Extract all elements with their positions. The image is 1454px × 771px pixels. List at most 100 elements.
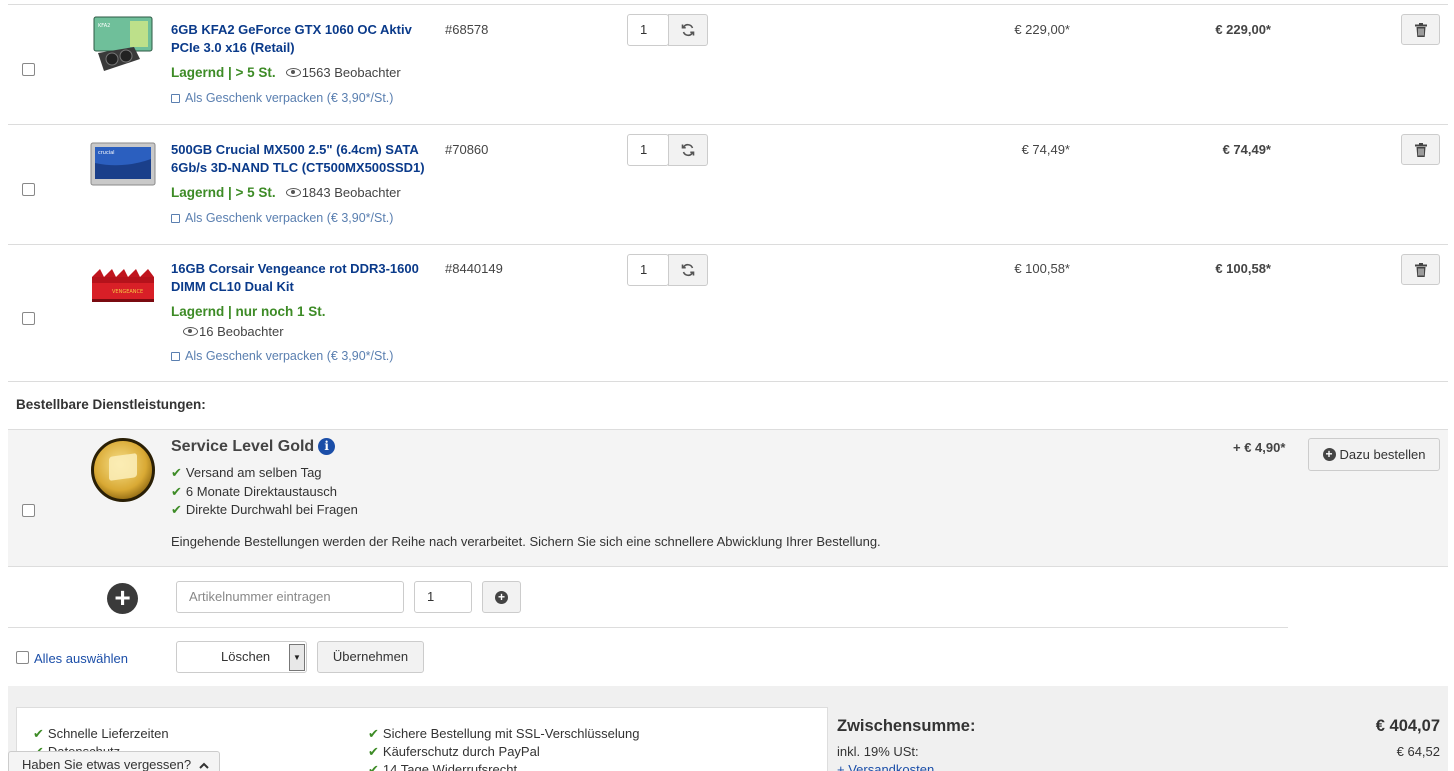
feature-label: 6 Monate Direktaustausch bbox=[185, 484, 337, 499]
vat-label: inkl. 19% USt: bbox=[837, 744, 919, 759]
stock-label: Lagernd | > 5 St. bbox=[171, 65, 276, 80]
check-icon: ✔ bbox=[33, 726, 44, 741]
select-all-checkbox[interactable]: Alles auswählen bbox=[16, 651, 128, 666]
trash-icon bbox=[1414, 142, 1427, 157]
watchers-count: 1843 Beobachter bbox=[301, 185, 401, 200]
apply-button[interactable]: Übernehmen bbox=[317, 641, 424, 673]
benefit-item: ✔ Sichere Bestellung mit SSL-Verschlüssel… bbox=[368, 726, 639, 742]
item-select-checkbox[interactable] bbox=[22, 63, 35, 76]
shipping-costs-link[interactable]: + Versandkosten bbox=[837, 762, 934, 771]
delete-item-button[interactable] bbox=[1401, 254, 1440, 285]
refresh-quantity-button[interactable] bbox=[668, 14, 708, 46]
benefit-item: ✔ Schnelle Lieferzeiten bbox=[33, 726, 169, 742]
line-total: € 100,58* bbox=[1215, 261, 1271, 276]
unit-price: € 74,49* bbox=[1021, 142, 1070, 157]
add-article-icon: + bbox=[107, 583, 138, 614]
item-select-checkbox[interactable] bbox=[22, 312, 35, 325]
svg-text:KFA2: KFA2 bbox=[98, 23, 110, 29]
service-feature: ✔ 6 Monate Direktaustausch bbox=[171, 484, 337, 500]
service-price: + € 4,90* bbox=[1233, 440, 1286, 455]
info-icon[interactable]: i bbox=[318, 438, 336, 455]
svg-text:VENGEANCE: VENGEANCE bbox=[112, 289, 143, 295]
article-number: #8440149 bbox=[445, 261, 503, 276]
check-icon: ✔ bbox=[171, 484, 182, 499]
delete-item-button[interactable] bbox=[1401, 14, 1440, 45]
check-icon: ✔ bbox=[171, 465, 182, 480]
check-icon: ✔ bbox=[368, 726, 379, 741]
item-select-checkbox[interactable] bbox=[22, 183, 35, 196]
check-icon: ✔ bbox=[368, 762, 379, 771]
stock-label: Lagernd | nur noch 1 St. bbox=[171, 304, 326, 319]
dropdown-arrow-icon[interactable]: ▼ bbox=[289, 644, 305, 671]
product-image-ssd[interactable]: crucial bbox=[90, 139, 156, 201]
refresh-icon bbox=[681, 23, 695, 37]
benefit-label: 14 Tage Widerrufsrecht bbox=[382, 762, 518, 771]
refresh-icon bbox=[681, 263, 695, 277]
service-offer: Service Level Gold i ✔ Versand am selben T… bbox=[8, 429, 1448, 567]
subtotal-label: Zwischensumme: bbox=[837, 717, 976, 735]
plus-circle-icon: + bbox=[495, 590, 508, 604]
quantity-input[interactable]: 1 bbox=[627, 14, 669, 46]
benefit-label: Sichere Bestellung mit SSL-Verschlüsselu… bbox=[382, 726, 640, 741]
stock-status: Lagernd | > 5 St. 1843 Beobachter bbox=[171, 185, 401, 200]
watchers-count: 16 Beobachter bbox=[199, 324, 284, 339]
quantity-input[interactable]: 1 bbox=[627, 254, 669, 286]
gift-wrap-option[interactable]: Als Geschenk verpacken (€ 3,90*/St.) bbox=[171, 211, 393, 225]
refresh-quantity-button[interactable] bbox=[668, 134, 708, 166]
watchers: 1563 Beobachter bbox=[285, 65, 401, 80]
cart-item-row: KFA2 6GB KFA2 GeForce GTX 1060 OC Aktiv … bbox=[8, 4, 1448, 124]
bulk-action-select[interactable]: Löschen ▼ bbox=[176, 641, 307, 673]
article-number-input[interactable]: Artikelnummer eintragen bbox=[176, 581, 404, 613]
feature-label: Direkte Durchwahl bei Fragen bbox=[185, 502, 358, 517]
select-all-label: Alles auswählen bbox=[34, 651, 128, 666]
gift-checkbox[interactable] bbox=[171, 214, 180, 223]
gift-wrap-option[interactable]: Als Geschenk verpacken (€ 3,90*/St.) bbox=[171, 91, 393, 105]
services-heading: Bestellbare Dienstleistungen: bbox=[16, 397, 206, 412]
benefit-label: Käuferschutz durch PayPal bbox=[382, 744, 540, 759]
service-title-text: Service Level Gold bbox=[171, 438, 315, 455]
feature-label: Versand am selben Tag bbox=[185, 465, 322, 480]
benefit-label: Schnelle Lieferzeiten bbox=[47, 726, 169, 741]
add-quantity-input[interactable]: 1 bbox=[414, 581, 472, 613]
product-title-link[interactable]: 6GB KFA2 GeForce GTX 1060 OC Aktiv PCIe … bbox=[171, 21, 433, 57]
watchers: 1843 Beobachter bbox=[285, 185, 401, 200]
bulk-action-value: Löschen bbox=[221, 649, 271, 664]
product-image-ram[interactable]: VENGEANCE bbox=[90, 263, 156, 325]
gift-label: Als Geschenk verpacken (€ 3,90*/St.) bbox=[185, 91, 394, 105]
gift-wrap-option[interactable]: Als Geschenk verpacken (€ 3,90*/St.) bbox=[171, 349, 393, 363]
trash-icon bbox=[1414, 22, 1427, 37]
unit-price: € 229,00* bbox=[1014, 22, 1070, 37]
add-article-button[interactable]: + bbox=[482, 581, 521, 613]
service-select-checkbox[interactable] bbox=[22, 504, 35, 517]
svg-text:crucial: crucial bbox=[98, 150, 115, 156]
quantity-input[interactable]: 1 bbox=[627, 134, 669, 166]
line-total: € 74,49* bbox=[1222, 142, 1271, 157]
gift-checkbox[interactable] bbox=[171, 94, 180, 103]
refresh-icon bbox=[681, 143, 695, 157]
order-service-button[interactable]: + Dazu bestellen bbox=[1308, 438, 1440, 471]
eye-icon bbox=[285, 188, 301, 198]
select-all-box[interactable] bbox=[16, 651, 29, 664]
trash-icon bbox=[1414, 262, 1427, 277]
vat-value: € 64,52 bbox=[1396, 744, 1440, 759]
product-title-link[interactable]: 500GB Crucial MX500 2.5" (6.4cm) SATA 6G… bbox=[171, 141, 433, 177]
delete-item-button[interactable] bbox=[1401, 134, 1440, 165]
benefit-item: ✔ 14 Tage Widerrufsrecht bbox=[368, 762, 517, 771]
product-title-link[interactable]: 16GB Corsair Vengeance rot DDR3-1600 DIM… bbox=[171, 260, 433, 296]
watchers: 16 Beobachter bbox=[183, 324, 284, 339]
check-icon: ✔ bbox=[368, 744, 379, 759]
gift-label: Als Geschenk verpacken (€ 3,90*/St.) bbox=[185, 349, 394, 363]
refresh-quantity-button[interactable] bbox=[668, 254, 708, 286]
gold-medal-icon bbox=[91, 438, 155, 502]
gift-checkbox[interactable] bbox=[171, 352, 180, 361]
eye-icon bbox=[183, 327, 198, 337]
service-feature: ✔ Versand am selben Tag bbox=[171, 465, 322, 481]
stock-label: Lagernd | > 5 St. bbox=[171, 185, 276, 200]
order-service-label: Dazu bestellen bbox=[1339, 447, 1426, 462]
article-number: #70860 bbox=[445, 142, 489, 157]
service-title: Service Level Gold i bbox=[171, 438, 336, 456]
stock-status: Lagernd | > 5 St. 1563 Beobachter bbox=[171, 65, 401, 80]
product-image-gpu[interactable]: KFA2 bbox=[90, 13, 156, 75]
forgot-something-tab[interactable]: Haben Sie etwas vergessen? bbox=[8, 751, 220, 771]
check-icon: ✔ bbox=[171, 502, 182, 517]
